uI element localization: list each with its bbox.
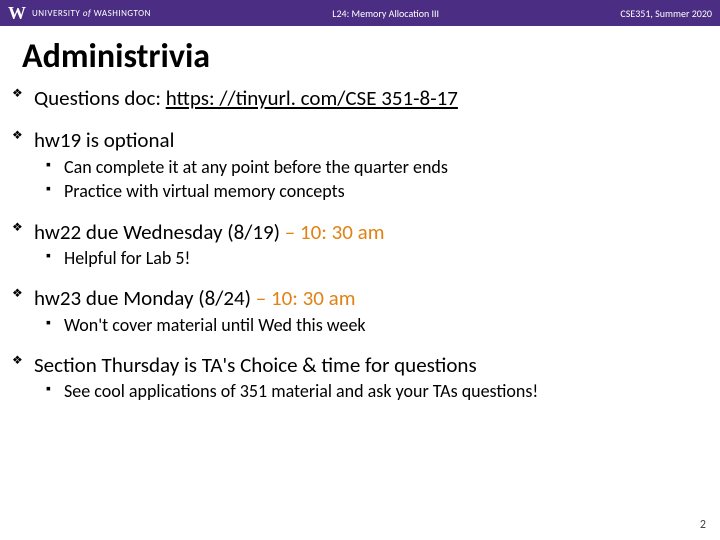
hw23-text: hw23 due Monday (8/24): [34, 285, 256, 311]
header-bar: W UNIVERSITY of WASHINGTON L24: Memory A…: [0, 0, 720, 26]
bullet-list: Questions doc: https: //tinyurl. com/CSE…: [0, 85, 720, 403]
course-label: CSE351, Summer 2020: [620, 7, 712, 20]
university-text: UNIVERSITY of WASHINGTON: [32, 8, 151, 19]
questions-doc-link[interactable]: https: //tinyurl. com/CSE 351-8-17: [166, 85, 458, 111]
slide-title: Administrivia: [22, 36, 720, 77]
uw-logo-icon: W: [8, 4, 26, 22]
header-left: W UNIVERSITY of WASHINGTON: [8, 4, 151, 22]
bullet-hw23: hw23 due Monday (8/24) – 10: 30 am Won't…: [34, 285, 698, 336]
bullet-questions-doc: Questions doc: https: //tinyurl. com/CSE…: [34, 85, 698, 111]
hw19-sub1: Can complete it at any point before the …: [64, 156, 698, 179]
bullet-hw22: hw22 due Wednesday (8/19) – 10: 30 am He…: [34, 219, 698, 270]
bullet-section: Section Thursday is TA's Choice & time f…: [34, 352, 698, 403]
hw22-sublist: Helpful for Lab 5!: [34, 247, 698, 270]
section-text: Section Thursday is TA's Choice & time f…: [34, 352, 477, 378]
page-number: 2: [700, 518, 706, 532]
questions-doc-prefix: Questions doc:: [34, 85, 166, 111]
section-sublist: See cool applications of 351 material an…: [34, 380, 698, 403]
bullet-hw19: hw19 is optional Can complete it at any …: [34, 127, 698, 202]
hw23-due: – 10: 30 am: [256, 285, 356, 311]
hw19-sublist: Can complete it at any point before the …: [34, 156, 698, 203]
hw23-sub1: Won't cover material until Wed this week: [64, 314, 698, 337]
lecture-label: L24: Memory Allocation III: [332, 7, 439, 20]
univ-prefix: UNIVERSITY: [32, 8, 80, 19]
univ-name: WASHINGTON: [94, 8, 151, 19]
hw22-due: – 10: 30 am: [285, 219, 385, 245]
section-sub1: See cool applications of 351 material an…: [64, 380, 698, 403]
hw23-sublist: Won't cover material until Wed this week: [34, 314, 698, 337]
hw22-text: hw22 due Wednesday (8/19): [34, 219, 285, 245]
hw22-sub1: Helpful for Lab 5!: [64, 247, 698, 270]
univ-of: of: [83, 8, 91, 19]
hw19-sub2: Practice with virtual memory concepts: [64, 180, 698, 203]
hw19-text: hw19 is optional: [34, 127, 174, 153]
